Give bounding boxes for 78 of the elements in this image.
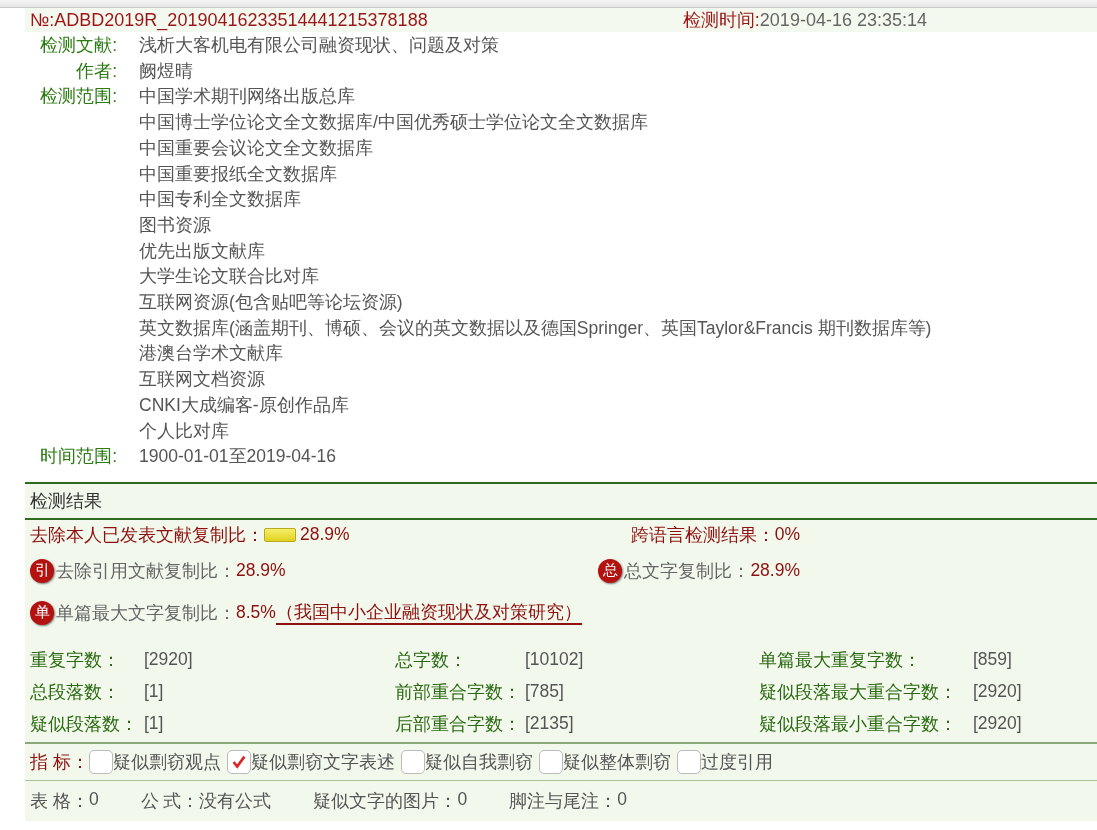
stat-label: 单篇最大重复字数：: [759, 648, 922, 672]
field-value: 图书资源: [139, 213, 212, 237]
cross-language-label: 跨语言检测结果：: [630, 523, 775, 547]
checkbox-label: 疑似整体剽窃: [562, 750, 671, 774]
checkbox[interactable]: [88, 749, 113, 774]
single-ratio-label: 单篇最大文字复制比：: [56, 601, 236, 625]
stat-label: 总段落数：: [30, 680, 121, 704]
cross-language-value: 0%: [774, 524, 800, 546]
field-value: 中国重要报纸全文数据库: [139, 162, 338, 186]
field-label: 检测范围:: [39, 85, 117, 109]
field-value: 个人比对库: [139, 419, 230, 443]
stat-value: [1]: [144, 713, 164, 735]
total-ratio-label: 总文字复制比：: [624, 559, 751, 583]
stat-label: 重复字数：: [30, 648, 121, 672]
stat-label: 疑似段落数：: [30, 712, 139, 736]
checkbox[interactable]: [538, 749, 563, 774]
checkbox-label: 疑似剽窃观点: [112, 750, 221, 774]
footer-value: 0: [617, 788, 627, 811]
field-value: 1900-01-01至2019-04-16: [139, 445, 338, 469]
indicator-label: 指 标：: [30, 750, 89, 774]
stat-value: [2920]: [973, 681, 1022, 703]
ratio-bar: [264, 527, 296, 542]
field-value: 浅析大客机电有限公司融资现状、问题及对策: [139, 34, 500, 57]
field-value: 互联网资源(包含贴吧等论坛资源): [139, 291, 404, 315]
ratio-label: 去除本人已发表文献复制比：: [30, 523, 264, 547]
ratio-value: 28.9%: [300, 524, 350, 546]
time-label: 检测时间:: [682, 10, 760, 30]
field-value: 互联网文档资源: [139, 368, 266, 392]
checkbox-label: 过度引用: [700, 750, 773, 774]
field-label: 时间范围:: [39, 445, 117, 469]
stat-value: [2135]: [525, 713, 574, 735]
badge-icon: 引: [30, 558, 54, 583]
section-title: 检测结果: [25, 483, 1097, 520]
footer-value: 没有公式: [199, 789, 272, 813]
field-value: 中国重要会议论文全文数据库: [139, 136, 374, 160]
stat-value: [785]: [525, 681, 564, 703]
quote-ratio-value: 28.9%: [236, 560, 286, 582]
footer-label: 脚注与尾注：: [509, 789, 618, 813]
field-label: 作者:: [75, 59, 117, 83]
checkbox[interactable]: [676, 749, 701, 774]
field-value: 港澳台学术文献库: [139, 342, 284, 366]
quote-ratio-label: 去除引用文献复制比：: [56, 559, 236, 583]
field-value: 英文数据库(涵盖期刊、博硕、会议的英文数据以及德国Springer、英国Taylor&Francis 期刊数据库等): [139, 316, 933, 340]
stat-label: 疑似段落最小重合字数：: [759, 712, 958, 736]
stat-value: [859]: [973, 649, 1012, 671]
footer-label: 公 式：: [140, 789, 200, 813]
field-value: 中国学术期刊网络出版总库: [139, 85, 356, 109]
stat-label: 疑似段落最大重合字数：: [759, 680, 958, 704]
stat-label: 总字数：: [395, 648, 468, 672]
footer-label: 表 格：: [30, 789, 89, 813]
field-value: 阙煜晴: [139, 59, 194, 83]
stat-value: [2920]: [144, 649, 193, 671]
report-number: №:ADBD2019R_20190416233514441215378188: [30, 9, 428, 31]
stat-value: [10102]: [525, 649, 584, 671]
time-value: 2019-04-16 23:35:14: [759, 10, 927, 30]
checkbox[interactable]: [226, 749, 251, 774]
field-value: CNKI大成编客-原创作品库: [139, 393, 350, 417]
source-link[interactable]: （我国中小企业融资现状及对策研究）: [275, 600, 582, 625]
checkbox[interactable]: [400, 749, 425, 774]
stat-label: 后部重合字数：: [395, 712, 522, 736]
check-icon: [232, 755, 246, 769]
field-value: 中国专利全文数据库: [139, 188, 302, 212]
checkbox-label: 疑似自我剽窃: [424, 750, 533, 774]
badge-icon: 总: [598, 558, 623, 583]
footer-value: 0: [88, 788, 99, 811]
field-label: 检测文献:: [39, 34, 117, 57]
checkbox-label: 疑似剽窃文字表述: [250, 750, 395, 774]
stat-value: [1]: [144, 681, 164, 703]
field-value: 优先出版文献库: [139, 239, 266, 263]
total-ratio-value: 28.9%: [750, 560, 800, 582]
badge-icon: 单: [30, 600, 54, 625]
single-ratio-value: 8.5%: [236, 602, 276, 624]
footer-value: 0: [457, 788, 468, 811]
footer-label: 疑似文字的图片：: [313, 789, 458, 813]
field-value: 大学生论文联合比对库: [139, 265, 320, 289]
stat-value: [2920]: [973, 713, 1022, 735]
field-value: 中国博士学位论文全文数据库/中国优秀硕士学位论文全文数据库: [139, 111, 649, 135]
stat-label: 前部重合字数：: [395, 680, 522, 704]
